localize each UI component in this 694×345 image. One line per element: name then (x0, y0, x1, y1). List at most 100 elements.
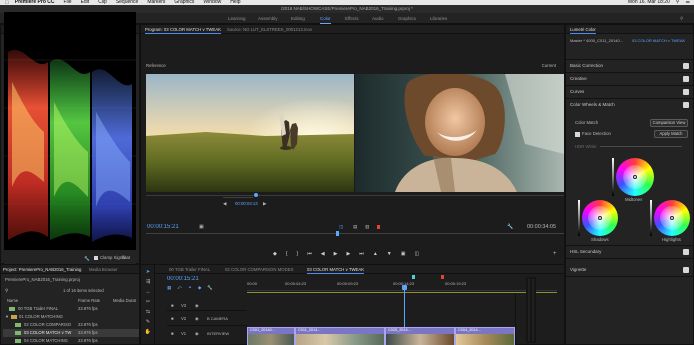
step-back-icon[interactable]: ◀ (223, 201, 226, 207)
marker-icon[interactable] (441, 275, 444, 279)
compare-split-icon[interactable]: ◫ (339, 224, 343, 230)
sequence-clip-label[interactable]: 03 COLOR MATCH v TWEAK (632, 38, 690, 43)
workspace-libraries[interactable]: Libraries (430, 15, 447, 22)
float-select[interactable]: float (122, 255, 130, 260)
eye-icon[interactable]: ◉ (195, 316, 199, 321)
reference-timecode[interactable]: 00:00:04:13 (235, 201, 258, 206)
highlights-slider[interactable] (650, 200, 652, 236)
tab-sequence-trailer[interactable]: 00 TGB Trailer FINAL (169, 266, 210, 273)
shadows-puck[interactable] (598, 216, 602, 220)
list-item[interactable]: 02 COLOR COMPARISO 23.976 fps (3, 321, 139, 329)
list-item[interactable]: ▼ 01 COLOR MATCHING (3, 313, 139, 321)
tab-sequence-comparison[interactable]: 02 COLOR COMPARISON MODES (225, 266, 293, 273)
wrench-icon[interactable]: 🔧 (84, 256, 90, 262)
tab-program[interactable]: Program: 03 COLOR MATCH v TWEAK (145, 26, 222, 34)
linked-selection-icon[interactable]: ⚭ (188, 285, 192, 291)
disclosure-icon[interactable]: ▼ (5, 314, 9, 319)
lift-icon[interactable]: ▲ (373, 251, 378, 257)
marker-icon[interactable] (412, 275, 415, 279)
highlights-wheel[interactable] (654, 200, 690, 236)
tab-project[interactable]: Project: PremierePro_NAB2016_Training (3, 266, 85, 273)
master-clip-label[interactable]: Master * 4005_C011_20140... (570, 38, 628, 43)
hand-tool-icon[interactable]: ✋ (145, 329, 151, 335)
face-detection-checkbox[interactable] (575, 132, 580, 137)
compare-view-icon[interactable]: ◫ (414, 251, 419, 257)
lock-icon[interactable]: ■ (171, 331, 174, 336)
midtones-puck[interactable] (633, 175, 637, 179)
timeline-timecode[interactable]: 00:00:15:21 (167, 276, 199, 282)
reference-scrub-track[interactable] (223, 197, 253, 198)
workspace-learning[interactable]: Learning (228, 15, 246, 22)
timeline-clip[interactable]: C011_2014... (295, 327, 385, 345)
camera-icon[interactable]: ▣ (199, 224, 204, 230)
go-to-in-icon[interactable]: ⏮ (307, 251, 312, 257)
search-icon[interactable]: ⚲ (5, 288, 8, 294)
list-item[interactable]: 00 TGB Trailer FINAL 23.976 fps (3, 305, 139, 313)
track-select-icon[interactable]: ⇶ (146, 279, 150, 285)
nest-icon[interactable]: ▦ (167, 285, 171, 291)
track-header-v1[interactable]: ■ V1 ◉ INTERVIEW (167, 327, 247, 345)
step-forward-icon[interactable]: ▶ (263, 201, 266, 207)
lock-icon[interactable]: ■ (171, 303, 174, 308)
column-media-duration[interactable]: Media Durat (113, 298, 139, 303)
comparison-view-button[interactable]: Comparison View (650, 119, 688, 127)
current-timecode[interactable]: 00:00:15:21 (147, 224, 179, 230)
work-area-bar[interactable] (247, 292, 557, 293)
highlights-puck[interactable] (670, 216, 674, 220)
export-frame-icon[interactable]: ▣ (401, 251, 406, 257)
go-to-out-icon[interactable]: ⏭ (359, 251, 364, 257)
basic-correction-checkbox[interactable] (683, 63, 689, 69)
mark-out-icon[interactable]: } (297, 251, 299, 257)
section-basic-correction[interactable]: Basic Correction (570, 62, 689, 70)
eye-icon[interactable]: ◉ (195, 331, 199, 336)
midtones-slider[interactable] (612, 158, 614, 196)
workspace-graphics[interactable]: Graphics (398, 15, 416, 22)
color-wheels-checkbox[interactable] (683, 102, 689, 108)
track-header-v3[interactable]: ■ V3 ◉ (167, 301, 247, 311)
marker-icon[interactable]: ◆ (273, 251, 277, 257)
vignette-checkbox[interactable] (683, 267, 689, 273)
program-playhead[interactable] (336, 231, 339, 236)
step-back-frame-icon[interactable]: ◀ (321, 251, 325, 257)
timeline-clip[interactable]: C025_2014... (385, 327, 455, 345)
section-vignette[interactable]: Vignette (570, 266, 689, 274)
timeline-clip[interactable]: C004_2014... (455, 327, 515, 345)
clamp-checkbox[interactable] (94, 256, 98, 260)
selection-tool-icon[interactable]: ➤ (146, 269, 150, 275)
mark-in-icon[interactable]: { (286, 251, 288, 257)
list-item-selected[interactable]: 03 COLOR MATCH v TW 23.976 fps (3, 329, 139, 337)
compare-side-icon[interactable]: ▤ (353, 224, 357, 230)
column-name[interactable]: Name (7, 298, 18, 303)
slip-tool-icon[interactable]: ⇆ (146, 309, 150, 315)
hdr-white-slider[interactable] (600, 146, 682, 147)
tab-media-browser[interactable]: Media Browser (89, 266, 118, 273)
compare-wipe-icon[interactable]: ▥ (365, 224, 369, 230)
section-hsl-secondary[interactable]: HSL Secondary (570, 248, 689, 256)
snap-icon[interactable]: ⤺ (177, 285, 182, 291)
ripple-edit-icon[interactable]: ↔ (146, 289, 151, 295)
hsl-secondary-checkbox[interactable] (683, 249, 689, 255)
settings-icon[interactable]: 🔧 (207, 285, 213, 291)
section-curves[interactable]: Curves (570, 88, 689, 96)
pen-tool-icon[interactable]: ✎ (146, 319, 150, 325)
midtones-wheel[interactable] (616, 158, 654, 196)
tab-source[interactable]: Source: NO LUT_ELSTREEK_0001213.mov (227, 26, 312, 33)
lock-icon[interactable]: ■ (171, 316, 174, 321)
workspace-color[interactable]: Color (320, 15, 331, 24)
track-header-v2[interactable]: ■ V2 ◉ B CAMERA (167, 312, 247, 326)
reference-playhead[interactable] (254, 193, 258, 197)
column-frame-rate[interactable]: Frame Rate (78, 298, 100, 303)
workspace-editing[interactable]: Editing (291, 15, 305, 22)
add-button-icon[interactable]: + (553, 251, 557, 257)
shadows-wheel[interactable] (582, 200, 618, 236)
playhead-handle[interactable] (402, 285, 407, 290)
play-icon[interactable]: ▶ (334, 251, 338, 257)
add-marker-icon[interactable]: ◆ (198, 285, 201, 291)
creative-checkbox[interactable] (683, 76, 689, 82)
program-scrub-bar[interactable] (146, 233, 564, 234)
list-item[interactable]: 04 COLOR MATCHING 23.976 fps (3, 337, 139, 345)
workspace-assembly[interactable]: Assembly (258, 15, 278, 22)
eye-icon[interactable]: ◉ (195, 303, 199, 308)
section-creative[interactable]: Creative (570, 75, 689, 83)
section-color-wheels[interactable]: Color Wheels & Match (570, 101, 689, 109)
